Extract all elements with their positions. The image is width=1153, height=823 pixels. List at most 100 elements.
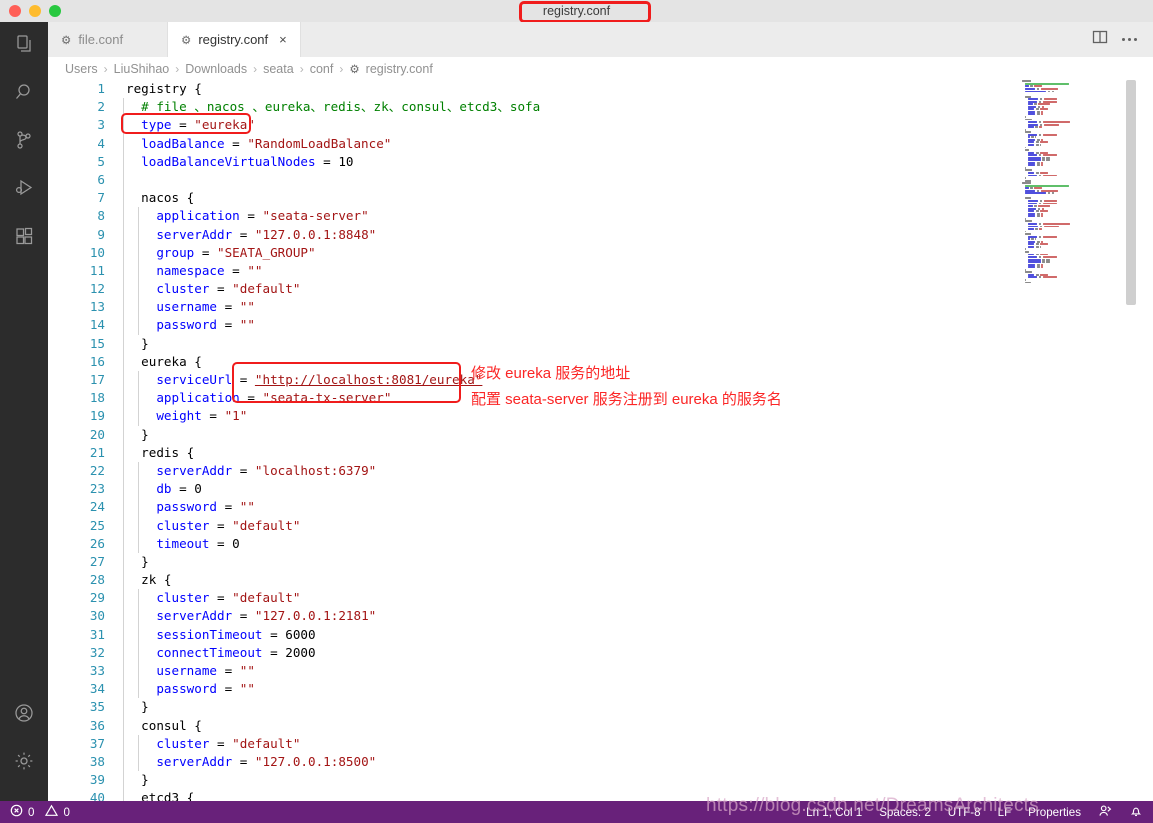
line-text[interactable]: timeout = 0 <box>122 534 240 553</box>
line-text[interactable]: password = "" <box>122 498 255 517</box>
warning-triangle-icon[interactable] <box>45 804 59 820</box>
status-indentation[interactable]: Spaces: 2 <box>879 806 931 819</box>
breadcrumb-item-liushihao[interactable]: LiuShihao <box>114 62 170 76</box>
code-line[interactable]: 12 cluster = "default" <box>48 280 540 299</box>
code-line[interactable]: 30 serverAddr = "127.0.0.1:2181" <box>48 607 540 626</box>
line-text[interactable]: namespace = "" <box>122 261 263 281</box>
code-line[interactable]: 39 } <box>48 771 540 790</box>
code-line[interactable]: 4 loadBalance = "RandomLoadBalance" <box>48 134 540 153</box>
code-line[interactable]: 23 db = 0 <box>48 480 540 499</box>
line-text[interactable]: nacos { <box>122 189 194 208</box>
code-line[interactable]: 34 password = "" <box>48 680 540 699</box>
notifications-bell-icon[interactable] <box>1129 804 1143 821</box>
sidebar-item-source-control[interactable] <box>0 118 48 166</box>
line-text[interactable]: serverAddr = "127.0.0.1:2181" <box>122 607 376 626</box>
line-text[interactable]: weight = "1" <box>122 407 247 426</box>
code-line[interactable]: 38 serverAddr = "127.0.0.1:8500" <box>48 752 540 772</box>
line-text[interactable]: password = "" <box>122 680 255 699</box>
code-line[interactable]: 33 username = "" <box>48 662 540 681</box>
code-line[interactable]: 1 registry { <box>48 80 540 98</box>
close-tab-button[interactable]: × <box>279 32 287 47</box>
line-text[interactable]: connectTimeout = 2000 <box>122 643 316 662</box>
code-line[interactable]: 16 eureka { <box>48 352 540 371</box>
code-line[interactable]: 28 zk { <box>48 571 540 590</box>
breadcrumb-item-downloads[interactable]: Downloads <box>185 62 247 76</box>
line-text[interactable]: group = "SEATA_GROUP" <box>122 243 316 262</box>
code-line[interactable]: 17 serviceUrl = "http://localhost:8081/e… <box>48 371 540 390</box>
code-line[interactable]: 27 } <box>48 552 540 572</box>
sidebar-item-explorer[interactable] <box>0 22 48 70</box>
line-text[interactable]: cluster = "default" <box>122 516 300 535</box>
line-text[interactable]: } <box>122 771 149 790</box>
line-text[interactable]: registry { <box>122 80 202 98</box>
line-text[interactable]: zk { <box>122 571 172 590</box>
code-line[interactable]: 2 # file 、nacos 、eureka、redis、zk、consul、… <box>48 98 540 117</box>
code-line[interactable]: 32 connectTimeout = 2000 <box>48 643 540 662</box>
code-line[interactable]: 19 weight = "1" <box>48 407 540 426</box>
editor-pane[interactable]: 1 registry {2 # file 、nacos 、eureka、redis… <box>48 80 1153 801</box>
code-line[interactable]: 24 password = "" <box>48 498 540 517</box>
line-text[interactable]: } <box>122 698 149 717</box>
code-line[interactable]: 15 } <box>48 334 540 353</box>
line-text[interactable]: username = "" <box>122 662 255 681</box>
code-line[interactable]: 37 cluster = "default" <box>48 734 540 753</box>
line-text[interactable]: } <box>122 552 149 572</box>
code-line[interactable]: 8 application = "seata-server" <box>48 207 540 226</box>
breadcrumb-item-file[interactable]: registry.conf <box>366 62 433 76</box>
code-line[interactable]: 21 redis { <box>48 443 540 462</box>
line-text[interactable]: etcd3 { <box>122 789 194 801</box>
code-line[interactable]: 36 consul { <box>48 716 540 735</box>
status-cursor-position[interactable]: Ln 1, Col 1 <box>806 806 862 819</box>
code-line[interactable]: 6 <box>48 170 540 190</box>
line-text[interactable]: } <box>122 425 149 444</box>
line-text[interactable]: loadBalance = "RandomLoadBalance" <box>122 134 391 153</box>
code-line[interactable]: 10 group = "SEATA_GROUP" <box>48 243 540 262</box>
line-text[interactable] <box>122 170 141 190</box>
line-text[interactable]: type = "eureka" <box>122 116 255 135</box>
line-text[interactable]: # file 、nacos 、eureka、redis、zk、consul、et… <box>122 98 540 117</box>
code-line[interactable]: 31 sessionTimeout = 6000 <box>48 625 540 644</box>
line-text[interactable]: redis { <box>122 443 194 462</box>
code-line[interactable]: 7 nacos { <box>48 189 540 208</box>
line-text[interactable]: serverAddr = "127.0.0.1:8500" <box>122 752 376 772</box>
line-text[interactable]: } <box>122 334 149 353</box>
code-line[interactable]: 5 loadBalanceVirtualNodes = 10 <box>48 152 540 171</box>
code-token[interactable]: "http://localhost:8081/eureka" <box>255 372 482 387</box>
tab-registry-conf[interactable]: ⚙ registry.conf × <box>168 22 301 57</box>
code-line[interactable]: 40 etcd3 { <box>48 789 540 801</box>
code-line[interactable]: 26 timeout = 0 <box>48 534 540 553</box>
sidebar-item-run-and-debug[interactable] <box>0 166 48 214</box>
line-text[interactable]: serviceUrl = "http://localhost:8081/eure… <box>122 371 482 390</box>
code-line[interactable]: 3 type = "eureka" <box>48 116 540 135</box>
line-text[interactable]: password = "" <box>122 316 255 335</box>
sidebar-item-search[interactable] <box>0 70 48 118</box>
status-encoding[interactable]: UTF-8 <box>948 806 981 819</box>
breadcrumb-item-seata[interactable]: seata <box>263 62 294 76</box>
code-line[interactable]: 20 } <box>48 425 540 444</box>
line-text[interactable]: username = "" <box>122 298 255 317</box>
code-line[interactable]: 35 } <box>48 698 540 717</box>
editor-scrollbar-thumb[interactable] <box>1126 80 1136 305</box>
breadcrumb-item-users[interactable]: Users <box>65 62 98 76</box>
error-count[interactable]: 0 <box>28 806 34 819</box>
code-line[interactable]: 11 namespace = "" <box>48 261 540 281</box>
status-eol[interactable]: LF <box>998 806 1012 819</box>
line-text[interactable]: application = "seata-tx-server" <box>122 389 391 408</box>
tab-file-conf[interactable]: ⚙ file.conf <box>48 22 168 57</box>
breadcrumb-item-conf[interactable]: conf <box>310 62 334 76</box>
line-text[interactable]: consul { <box>122 716 202 735</box>
line-text[interactable]: sessionTimeout = 6000 <box>122 625 316 644</box>
line-text[interactable]: cluster = "default" <box>122 589 300 608</box>
line-text[interactable]: loadBalanceVirtualNodes = 10 <box>122 152 353 171</box>
live-share-icon[interactable] <box>1098 804 1112 821</box>
line-text[interactable]: serverAddr = "127.0.0.1:8848" <box>122 225 376 244</box>
line-text[interactable]: cluster = "default" <box>122 280 300 299</box>
code-line[interactable]: 25 cluster = "default" <box>48 516 540 535</box>
code-line[interactable]: 29 cluster = "default" <box>48 589 540 608</box>
code-line[interactable]: 22 serverAddr = "localhost:6379" <box>48 461 540 481</box>
minimap[interactable] <box>1016 80 1136 801</box>
error-circle-icon[interactable] <box>10 804 23 820</box>
sidebar-item-extensions[interactable] <box>0 214 48 262</box>
warning-count[interactable]: 0 <box>63 806 69 819</box>
code-content[interactable]: 1 registry {2 # file 、nacos 、eureka、redis… <box>48 80 540 801</box>
